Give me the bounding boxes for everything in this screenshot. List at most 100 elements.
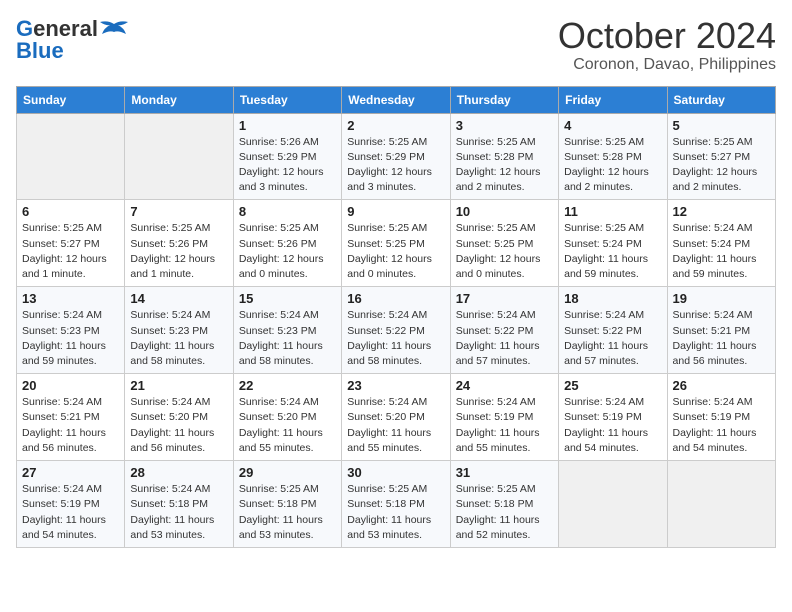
calendar-cell: 3 Sunrise: 5:25 AMSunset: 5:28 PMDaylight… <box>450 113 558 200</box>
day-number: 13 <box>22 291 119 306</box>
day-info: Sunrise: 5:24 AMSunset: 5:22 PMDaylight:… <box>456 308 553 369</box>
day-info: Sunrise: 5:25 AMSunset: 5:29 PMDaylight:… <box>347 135 444 196</box>
day-number: 6 <box>22 204 119 219</box>
month-title: October 2024 <box>558 16 776 56</box>
day-info: Sunrise: 5:25 AMSunset: 5:27 PMDaylight:… <box>22 221 119 282</box>
calendar-cell: 25 Sunrise: 5:24 AMSunset: 5:19 PMDayligh… <box>559 374 667 461</box>
calendar-cell: 27Sunrise: 5:24 AMSunset: 5:19 PMDayligh… <box>17 461 125 548</box>
day-number: 11 <box>564 204 661 219</box>
day-number: 20 <box>22 378 119 393</box>
calendar-cell <box>17 113 125 200</box>
day-number: 14 <box>130 291 227 306</box>
day-number: 12 <box>673 204 770 219</box>
calendar-cell: 16Sunrise: 5:24 AMSunset: 5:22 PMDayligh… <box>342 287 450 374</box>
day-info: Sunrise: 5:25 AMSunset: 5:25 PMDaylight:… <box>347 221 444 282</box>
day-number: 18 <box>564 291 661 306</box>
day-info: Sunrise: 5:24 AMSunset: 5:20 PMDaylight:… <box>239 395 336 456</box>
calendar-cell: 18 Sunrise: 5:24 AMSunset: 5:22 PMDayligh… <box>559 287 667 374</box>
day-info: Sunrise: 5:25 AMSunset: 5:18 PMDaylight:… <box>456 482 553 543</box>
day-info: Sunrise: 5:24 AMSunset: 5:23 PMDaylight:… <box>22 308 119 369</box>
day-number: 26 <box>673 378 770 393</box>
day-info: Sunrise: 5:25 AMSunset: 5:26 PMDaylight:… <box>130 221 227 282</box>
day-info: Sunrise: 5:25 AMSunset: 5:28 PMDaylight:… <box>456 135 553 196</box>
location-subtitle: Coronon, Davao, Philippines <box>558 56 776 74</box>
calendar-cell: 1Sunrise: 5:26 AMSunset: 5:29 PMDaylight… <box>233 113 341 200</box>
day-number: 25 <box>564 378 661 393</box>
day-number: 19 <box>673 291 770 306</box>
day-info: Sunrise: 5:24 AMSunset: 5:23 PMDaylight:… <box>130 308 227 369</box>
day-number: 2 <box>347 118 444 133</box>
day-number: 23 <box>347 378 444 393</box>
calendar-cell: 23 Sunrise: 5:24 AMSunset: 5:20 PMDayligh… <box>342 374 450 461</box>
day-number: 10 <box>456 204 553 219</box>
calendar-cell <box>559 461 667 548</box>
day-number: 4 <box>564 118 661 133</box>
col-header-sunday: Sunday <box>17 86 125 113</box>
calendar-cell: 15Sunrise: 5:24 AMSunset: 5:23 PMDayligh… <box>233 287 341 374</box>
calendar-week-row: 20 Sunrise: 5:24 AMSunset: 5:21 PMDayligh… <box>17 374 776 461</box>
page-header: General Blue October 2024 Coronon, Davao… <box>16 16 776 74</box>
day-info: Sunrise: 5:24 AMSunset: 5:19 PMDaylight:… <box>564 395 661 456</box>
day-info: Sunrise: 5:25 AMSunset: 5:27 PMDaylight:… <box>673 135 770 196</box>
day-number: 8 <box>239 204 336 219</box>
logo-blue: Blue <box>16 38 64 64</box>
day-info: Sunrise: 5:25 AMSunset: 5:25 PMDaylight:… <box>456 221 553 282</box>
calendar-cell: 21Sunrise: 5:24 AMSunset: 5:20 PMDayligh… <box>125 374 233 461</box>
day-info: Sunrise: 5:24 AMSunset: 5:21 PMDaylight:… <box>673 308 770 369</box>
calendar-cell <box>667 461 775 548</box>
calendar-cell: 5 Sunrise: 5:25 AMSunset: 5:27 PMDaylight… <box>667 113 775 200</box>
calendar-body: 1Sunrise: 5:26 AMSunset: 5:29 PMDaylight… <box>17 113 776 547</box>
day-info: Sunrise: 5:24 AMSunset: 5:24 PMDaylight:… <box>673 221 770 282</box>
calendar-cell: 6 Sunrise: 5:25 AMSunset: 5:27 PMDaylight… <box>17 200 125 287</box>
calendar-week-row: 27Sunrise: 5:24 AMSunset: 5:19 PMDayligh… <box>17 461 776 548</box>
calendar-cell: 24 Sunrise: 5:24 AMSunset: 5:19 PMDayligh… <box>450 374 558 461</box>
calendar-cell: 2 Sunrise: 5:25 AMSunset: 5:29 PMDaylight… <box>342 113 450 200</box>
day-number: 24 <box>456 378 553 393</box>
day-info: Sunrise: 5:25 AMSunset: 5:26 PMDaylight:… <box>239 221 336 282</box>
calendar-cell: 28Sunrise: 5:24 AMSunset: 5:18 PMDayligh… <box>125 461 233 548</box>
day-info: Sunrise: 5:24 AMSunset: 5:20 PMDaylight:… <box>347 395 444 456</box>
col-header-friday: Friday <box>559 86 667 113</box>
logo: General Blue <box>16 16 128 64</box>
calendar-cell: 31 Sunrise: 5:25 AMSunset: 5:18 PMDayligh… <box>450 461 558 548</box>
day-number: 17 <box>456 291 553 306</box>
col-header-monday: Monday <box>125 86 233 113</box>
day-number: 5 <box>673 118 770 133</box>
calendar-cell: 4Sunrise: 5:25 AMSunset: 5:28 PMDaylight… <box>559 113 667 200</box>
calendar-cell: 14 Sunrise: 5:24 AMSunset: 5:23 PMDayligh… <box>125 287 233 374</box>
col-header-wednesday: Wednesday <box>342 86 450 113</box>
calendar-week-row: 1Sunrise: 5:26 AMSunset: 5:29 PMDaylight… <box>17 113 776 200</box>
calendar-cell: 29 Sunrise: 5:25 AMSunset: 5:18 PMDayligh… <box>233 461 341 548</box>
calendar-cell <box>125 113 233 200</box>
day-number: 29 <box>239 465 336 480</box>
day-number: 31 <box>456 465 553 480</box>
calendar-table: SundayMondayTuesdayWednesdayThursdayFrid… <box>16 86 776 548</box>
day-info: Sunrise: 5:25 AMSunset: 5:18 PMDaylight:… <box>347 482 444 543</box>
calendar-cell: 19 Sunrise: 5:24 AMSunset: 5:21 PMDayligh… <box>667 287 775 374</box>
calendar-cell: 13 Sunrise: 5:24 AMSunset: 5:23 PMDayligh… <box>17 287 125 374</box>
calendar-cell: 9Sunrise: 5:25 AMSunset: 5:25 PMDaylight… <box>342 200 450 287</box>
day-number: 3 <box>456 118 553 133</box>
col-header-thursday: Thursday <box>450 86 558 113</box>
calendar-week-row: 13 Sunrise: 5:24 AMSunset: 5:23 PMDayligh… <box>17 287 776 374</box>
calendar-header-row: SundayMondayTuesdayWednesdayThursdayFrid… <box>17 86 776 113</box>
day-info: Sunrise: 5:24 AMSunset: 5:22 PMDaylight:… <box>347 308 444 369</box>
calendar-cell: 22Sunrise: 5:24 AMSunset: 5:20 PMDayligh… <box>233 374 341 461</box>
day-number: 27 <box>22 465 119 480</box>
calendar-cell: 8 Sunrise: 5:25 AMSunset: 5:26 PMDaylight… <box>233 200 341 287</box>
day-info: Sunrise: 5:25 AMSunset: 5:18 PMDaylight:… <box>239 482 336 543</box>
day-info: Sunrise: 5:24 AMSunset: 5:19 PMDaylight:… <box>456 395 553 456</box>
day-info: Sunrise: 5:24 AMSunset: 5:22 PMDaylight:… <box>564 308 661 369</box>
calendar-cell: 11Sunrise: 5:25 AMSunset: 5:24 PMDayligh… <box>559 200 667 287</box>
col-header-saturday: Saturday <box>667 86 775 113</box>
calendar-cell: 10 Sunrise: 5:25 AMSunset: 5:25 PMDayligh… <box>450 200 558 287</box>
calendar-week-row: 6 Sunrise: 5:25 AMSunset: 5:27 PMDaylight… <box>17 200 776 287</box>
day-number: 7 <box>130 204 227 219</box>
calendar-cell: 7 Sunrise: 5:25 AMSunset: 5:26 PMDaylight… <box>125 200 233 287</box>
day-info: Sunrise: 5:26 AMSunset: 5:29 PMDaylight:… <box>239 135 336 196</box>
day-info: Sunrise: 5:24 AMSunset: 5:21 PMDaylight:… <box>22 395 119 456</box>
calendar-cell: 26Sunrise: 5:24 AMSunset: 5:19 PMDayligh… <box>667 374 775 461</box>
title-area: October 2024 Coronon, Davao, Philippines <box>558 16 776 74</box>
col-header-tuesday: Tuesday <box>233 86 341 113</box>
day-info: Sunrise: 5:24 AMSunset: 5:18 PMDaylight:… <box>130 482 227 543</box>
